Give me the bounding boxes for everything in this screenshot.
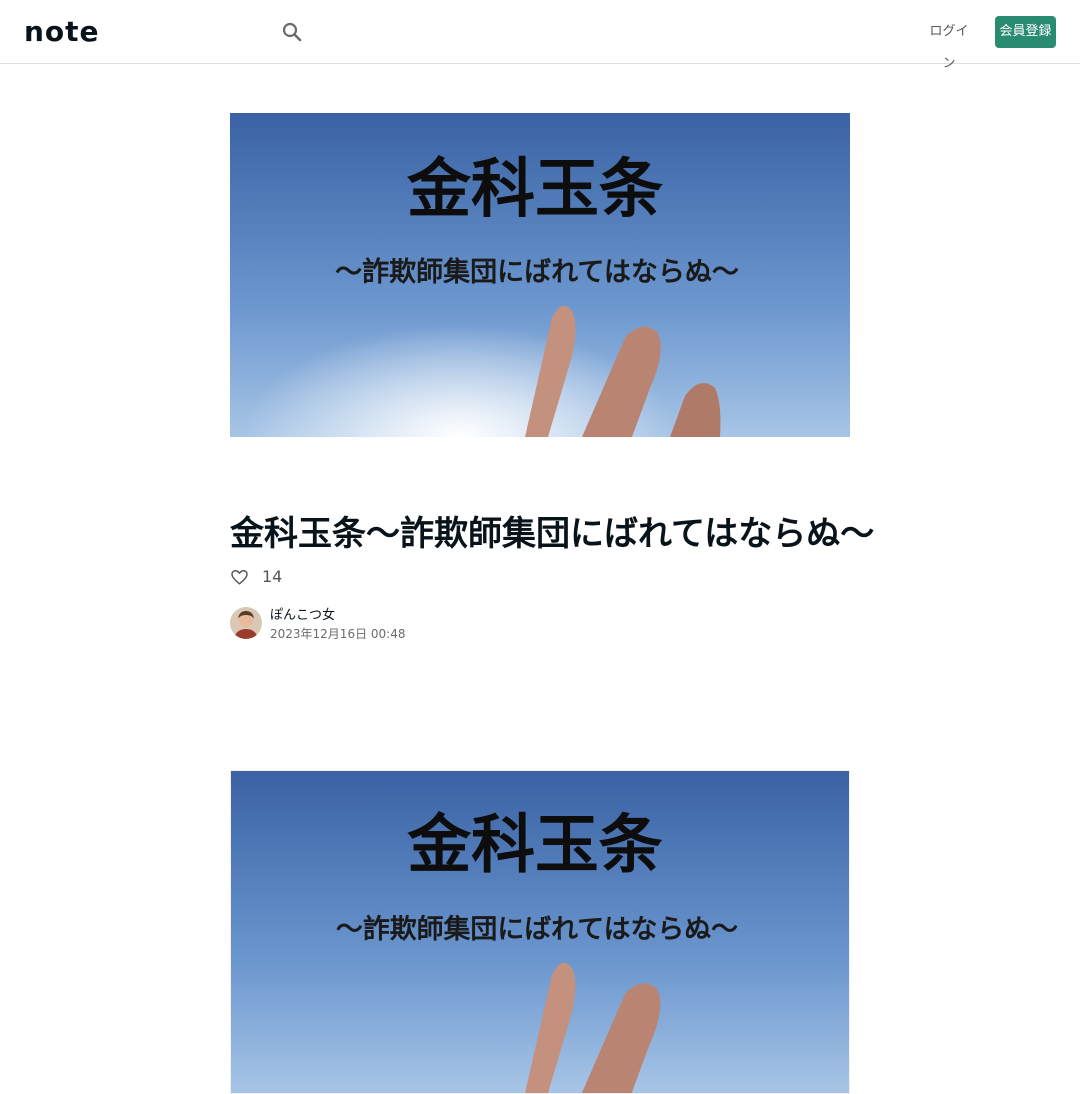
avatar-image [230, 607, 262, 639]
article-title: 金科玉条～詐欺師集団にばれてはならぬ～ [230, 514, 875, 554]
like-count: 14 [262, 567, 283, 586]
heart-icon[interactable] [230, 568, 249, 587]
login-link[interactable]: ログイン [926, 16, 972, 71]
svg-text:～詐欺師集団にばれてはならぬ～: ～詐欺師集団にばれてはならぬ～ [335, 256, 739, 288]
body-illustration: 金科玉条 ～詐欺師集団にばれてはならぬ～ [231, 771, 849, 1093]
svg-text:～詐欺師集団にばれてはならぬ～: ～詐欺師集団にばれてはならぬ～ [336, 913, 738, 945]
article-body-image: 金科玉条 ～詐欺師集団にばれてはならぬ～ [230, 770, 850, 1094]
site-header: note ログイン 会員登録 [0, 0, 1080, 71]
like-section: 14 [230, 566, 282, 588]
signup-button[interactable]: 会員登録 [995, 16, 1056, 48]
note-logo[interactable]: note [24, 19, 124, 45]
eyecatch-illustration: 金科玉条 ～詐欺師集団にばれてはならぬ～ [230, 113, 850, 437]
search-icon [282, 22, 302, 42]
svg-text:金科玉条: 金科玉条 [406, 808, 662, 882]
eyecatch-image: 金科玉条 ～詐欺師集団にばれてはならぬ～ [230, 113, 850, 437]
svg-text:金科玉条: 金科玉条 [406, 153, 663, 227]
svg-text:note: note [24, 19, 100, 45]
post-date: 2023年12月16日 00:48 [270, 627, 406, 641]
author-name[interactable]: ぽんこつ女 [270, 608, 335, 624]
search-button[interactable] [278, 18, 306, 46]
author-avatar[interactable] [230, 607, 262, 639]
